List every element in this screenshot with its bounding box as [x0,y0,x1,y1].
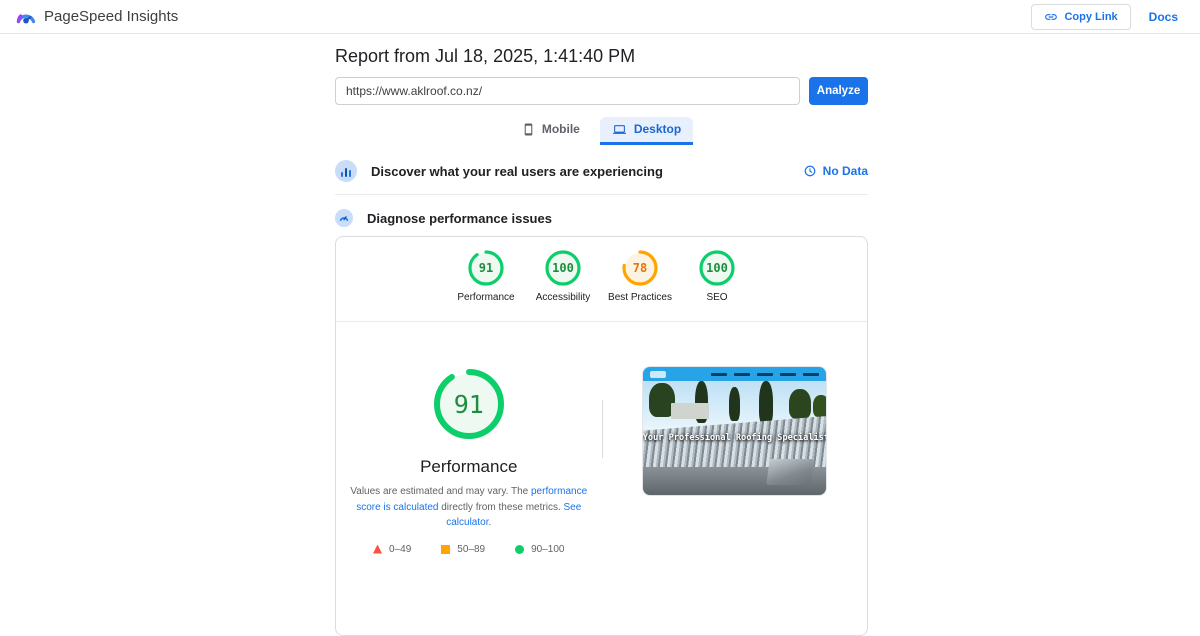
legend-average: 50–89 [441,544,485,555]
score-disclaimer: Values are estimated and may vary. The p… [350,486,588,528]
performance-score-value: 91 [453,389,484,419]
category-score-badges: 91 Performance 100 Accessibility 78 Best… [336,237,867,313]
lab-data-section-header[interactable]: Diagnose performance issues [335,209,868,227]
site-preview-panel: Your Professional Roofing Specialist [602,366,868,555]
field-data-title: Discover what your real users are experi… [371,163,663,179]
copy-link-label: Copy Link [1064,10,1118,23]
history-clock-icon [804,165,816,177]
tree [728,387,740,421]
copy-link-button[interactable]: Copy Link [1031,3,1131,30]
performance-gauge-panel: 91 Performance Values are estimated and … [336,366,602,555]
report-title: Report from Jul 18, 2025, 1:41:40 PM [335,46,636,66]
laptop-icon [612,124,626,134]
fail-triangle-icon [373,544,383,554]
performance-gauge: 91 [467,249,505,287]
performance-score-gauge-large[interactable]: 91 [431,366,507,442]
tab-desktop[interactable]: Desktop [599,117,694,145]
app-header: PageSpeed Insights Copy Link Docs [0,0,1200,34]
legend-pass: 90–100 [515,544,564,555]
badge-label: Best Practices [608,292,672,303]
lab-data-title: Diagnose performance issues [367,210,552,226]
building [670,403,709,419]
tab-desktop-label: Desktop [633,122,682,136]
no-data-status[interactable]: No Data [804,164,868,178]
main-content: Report from Jul 18, 2025, 1:41:40 PM Ana… [335,34,868,636]
best-practices-gauge: 78 [621,249,659,287]
tab-mobile[interactable]: Mobile [510,117,592,145]
tree [758,381,773,425]
smartphone-icon [524,123,533,135]
average-square-icon [441,544,451,554]
performance-section-title: Performance [420,457,518,476]
site-logo [649,370,666,378]
pass-circle-icon [515,544,525,554]
report-card: 91 Performance 100 Accessibility 78 Best… [335,236,868,636]
tab-mobile-label: Mobile [541,122,580,136]
seo-gauge: 100 [698,249,736,287]
site-screenshot-thumbnail[interactable]: Your Professional Roofing Specialist [641,366,827,496]
bar-chart-icon [340,172,344,177]
score-badge-performance[interactable]: 91 Performance [450,249,522,303]
pagespeed-logo-icon [16,14,36,24]
roof-vent [765,459,814,485]
link-icon [1045,13,1058,20]
legend-fail: 0–49 [373,544,411,555]
site-hero-tagline: Your Professional Roofing Specialist [642,433,826,443]
real-users-icon [335,160,357,182]
accessibility-gauge: 100 [544,249,582,287]
badge-label: Accessibility [535,292,591,303]
tree [788,389,811,419]
badge-label: Performance [457,292,515,303]
site-hero-photo: Your Professional Roofing Specialist [642,381,826,495]
score-badge-best-practices[interactable]: 78 Best Practices [604,249,676,303]
url-row: Analyze [335,77,868,105]
score-badge-accessibility[interactable]: 100 Accessibility [527,249,599,303]
badge-label: SEO [706,292,728,303]
no-data-label: No Data [822,164,868,178]
device-tabs: Mobile Desktop [335,117,868,145]
speedometer-icon [335,209,353,227]
site-nav-links [710,372,819,376]
tree [812,395,826,417]
url-input[interactable] [335,77,800,105]
field-data-section-header[interactable]: Discover what your real users are experi… [335,154,868,195]
score-badge-seo[interactable]: 100 SEO [681,249,753,303]
docs-link[interactable]: Docs [1149,10,1178,24]
site-navbar [642,367,826,381]
vertical-divider [601,400,603,458]
analyze-button[interactable]: Analyze [809,77,868,105]
app-title: PageSpeed Insights [44,8,179,25]
score-range-legend: 0–49 50–89 90–100 [336,544,602,555]
performance-detail-section: 91 Performance Values are estimated and … [336,322,867,555]
